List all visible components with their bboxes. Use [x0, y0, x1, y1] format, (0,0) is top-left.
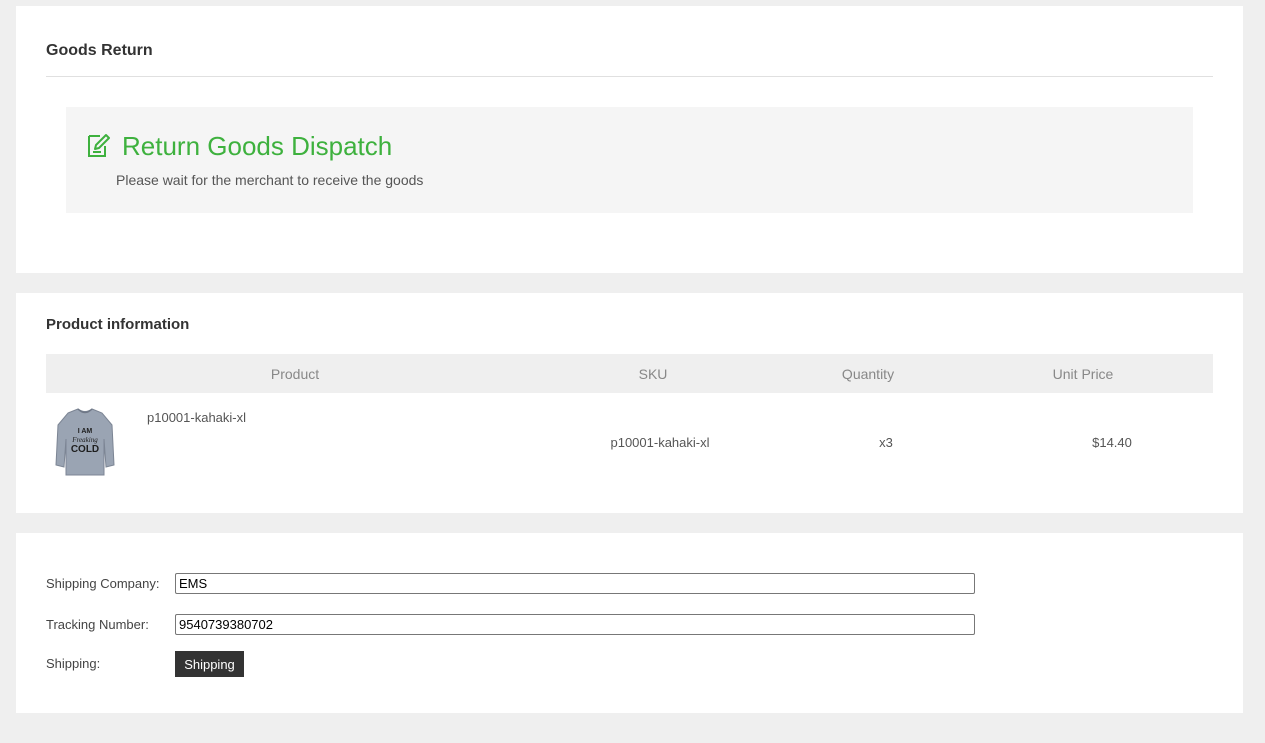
- shipping-company-input[interactable]: [175, 573, 975, 594]
- shipping-form-panel: Shipping Company: Tracking Number: Shipp…: [16, 533, 1243, 713]
- thumbnail-text-line-2: Freaking: [71, 436, 98, 444]
- column-header-quantity: Quantity: [841, 366, 895, 382]
- shipping-company-label: Shipping Company:: [46, 576, 160, 591]
- shipping-label: Shipping:: [46, 656, 101, 671]
- divider: [46, 76, 1213, 77]
- thumbnail-text-line-3: COLD: [71, 444, 99, 455]
- column-header-sku: SKU: [638, 366, 668, 382]
- table-row: I AM Freaking COLD p10001-kahaki-xl p100…: [46, 393, 1213, 493]
- status-heading: Return Goods Dispatch: [122, 131, 393, 161]
- edit-icon: [88, 134, 110, 157]
- status-box: Return Goods Dispatch Please wait for th…: [66, 107, 1193, 213]
- product-thumbnail[interactable]: I AM Freaking COLD: [54, 407, 116, 479]
- tracking-number-input[interactable]: [175, 614, 975, 635]
- product-sku: p10001-kahaki-xl: [610, 435, 710, 450]
- column-header-unit-price: Unit Price: [1052, 366, 1114, 382]
- thumbnail-text-line-1: I AM: [78, 428, 93, 435]
- column-header-product: Product: [270, 366, 320, 382]
- tracking-number-label: Tracking Number:: [46, 617, 149, 632]
- panel-title: Product information: [46, 316, 190, 333]
- table-header: Product SKU Quantity Unit Price: [46, 354, 1213, 393]
- product-name-link[interactable]: p10001-kahaki-xl: [147, 410, 246, 425]
- panel-title: Goods Return: [46, 42, 153, 59]
- return-status-panel: Goods Return Return Goods Dispatch Pleas…: [16, 6, 1243, 273]
- shipping-button[interactable]: Shipping: [175, 651, 244, 677]
- product-quantity: x3: [879, 435, 893, 450]
- product-unit-price: $14.40: [1092, 435, 1132, 450]
- status-subtitle: Please wait for the merchant to receive …: [116, 172, 424, 188]
- product-info-panel: Product information Product SKU Quantity…: [16, 293, 1243, 513]
